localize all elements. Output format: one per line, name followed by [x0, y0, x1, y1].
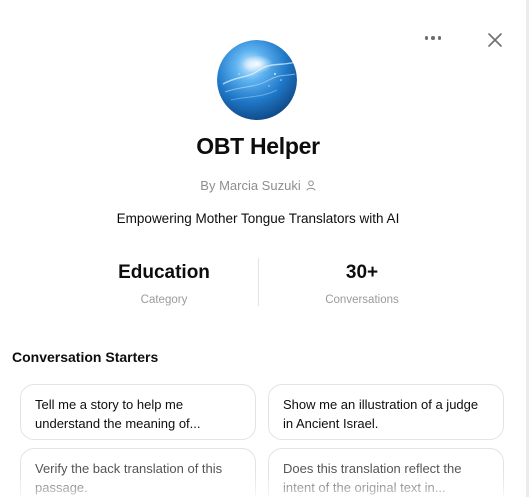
- person-icon: [306, 180, 316, 191]
- stat-label: Category: [140, 294, 188, 306]
- stat-label: Conversations: [325, 294, 399, 306]
- more-options-button[interactable]: [420, 27, 446, 49]
- gpt-avatar: [217, 40, 297, 120]
- stat-value: 30+: [345, 262, 379, 283]
- stat-category: Education Category: [64, 262, 264, 306]
- close-button[interactable]: [484, 29, 506, 51]
- starter-text: Verify the back translation of this pass…: [35, 461, 223, 495]
- gpt-description: Empowering Mother Tongue Translators wit…: [116, 211, 400, 226]
- starter-card[interactable]: Tell me a story to help me understand th…: [20, 384, 256, 440]
- conversation-starters-heading: Conversation Starters: [12, 349, 159, 365]
- starter-text: Does this translation reflect the intent…: [283, 461, 462, 495]
- more-horizontal-icon: [424, 36, 429, 40]
- gpt-title: OBT Helper: [196, 133, 320, 159]
- stat-divider: [258, 258, 259, 306]
- gpt-author[interactable]: By Marcia Suzuki: [0, 178, 516, 193]
- starter-card[interactable]: Show me an illustration of a judge in An…: [268, 384, 504, 440]
- starter-card[interactable]: Does this translation reflect the intent…: [268, 448, 504, 497]
- starter-text: Tell me a story to help me understand th…: [35, 397, 201, 431]
- close-icon: [488, 33, 502, 47]
- author-name: By Marcia Suzuki: [200, 178, 301, 193]
- starter-text: Show me an illustration of a judge in An…: [283, 397, 479, 431]
- starter-card[interactable]: Verify the back translation of this pass…: [20, 448, 256, 497]
- stat-value: Education: [118, 262, 210, 283]
- stat-conversations: 30+ Conversations: [262, 262, 462, 306]
